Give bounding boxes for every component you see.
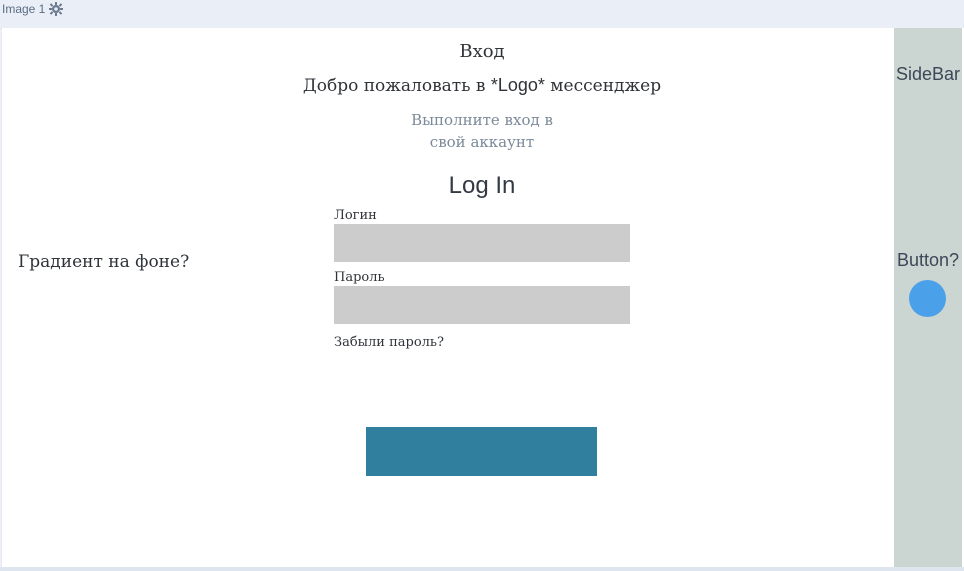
canvas-tab-bar: Image 1 (0, 0, 964, 29)
sidebar-title: SideBar (895, 64, 961, 84)
frame-bottom-border (0, 567, 964, 571)
gradient-note: Градиент на фоне? (18, 252, 190, 272)
page-title: Вход (459, 41, 505, 62)
sidebar-button-label: Button? (896, 250, 960, 270)
subtitle-line-2: свой аккаунт (429, 133, 535, 151)
sidebar: SideBar Button? (894, 28, 962, 567)
subtitle-line-1: Выполните вход в (411, 111, 553, 129)
gear-icon[interactable] (49, 1, 63, 16)
sidebar-circle-button[interactable] (909, 280, 946, 317)
welcome-prefix: Добро пожаловать в (302, 76, 491, 96)
welcome-suffix: мессенджер (544, 76, 662, 96)
login-submit-button[interactable] (366, 427, 597, 476)
welcome-heading: Добро пожаловать в *Logo* мессенджер (0, 75, 964, 96)
login-input[interactable] (334, 224, 630, 262)
login-label: Логин (334, 208, 377, 223)
image-tab-label[interactable]: Image 1 (2, 2, 45, 16)
password-input[interactable] (334, 286, 630, 324)
login-subtitle: Выполните вход в свой аккаунт (0, 109, 964, 153)
password-label: Пароль (334, 270, 385, 285)
forgot-password-link[interactable]: Забыли пароль? (334, 335, 444, 350)
login-heading: Log In (448, 172, 516, 199)
logo-placeholder: *Logo* (490, 75, 545, 95)
